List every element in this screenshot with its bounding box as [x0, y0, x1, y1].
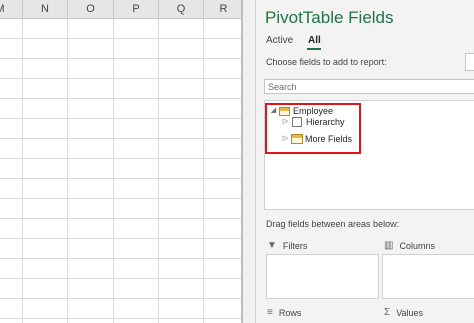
column-header-p[interactable]: P [114, 0, 159, 19]
columns-label: Columns [399, 240, 435, 251]
column-header-m[interactable]: M [0, 0, 23, 19]
tab-active[interactable]: Active [266, 35, 293, 46]
rows-icon: ≡ [267, 307, 273, 318]
highlight-box [265, 103, 361, 154]
values-area-header: Σ Values [384, 307, 423, 318]
filters-label: Filters [282, 240, 308, 251]
filters-drop-area[interactable] [266, 254, 379, 299]
search-input[interactable] [264, 79, 474, 94]
pane-title: PivotTable Fields [265, 8, 394, 27]
columns-area-header: ▥ Columns [384, 240, 435, 251]
choose-fields-label: Choose fields to add to report: [266, 57, 387, 67]
columns-drop-area[interactable] [382, 254, 474, 299]
sheet-edge [241, 0, 243, 323]
cell-grid[interactable] [0, 19, 241, 323]
column-header-q[interactable]: Q [159, 0, 204, 19]
gridline [158, 19, 159, 323]
pane-splitter[interactable] [241, 0, 255, 323]
filter-icon: ▼ [267, 240, 277, 251]
gridline [22, 19, 23, 323]
columns-icon: ▥ [384, 240, 394, 251]
drag-fields-label: Drag fields between areas below: [266, 219, 400, 229]
values-label: Values [396, 307, 424, 318]
gridline [203, 19, 204, 323]
tools-gear-button[interactable] [465, 53, 474, 71]
column-header-o[interactable]: O [68, 0, 114, 19]
filters-area-header: ▼ Filters [267, 240, 307, 251]
sigma-icon: Σ [384, 307, 391, 318]
column-header-n[interactable]: N [23, 0, 68, 19]
column-headers: M N O P Q R [0, 0, 241, 19]
column-header-r[interactable]: R [204, 0, 241, 19]
gridline [67, 19, 68, 323]
worksheet-grid[interactable]: M N O P Q R [0, 0, 241, 323]
tab-all[interactable]: All [308, 35, 321, 46]
rows-label: Rows [278, 307, 302, 318]
gridline [113, 19, 114, 323]
rows-area-header: ≡ Rows [267, 307, 301, 318]
pivot-fields-pane: PivotTable Fields Active All Choose fiel… [255, 0, 474, 323]
tab-selected-indicator [307, 48, 321, 50]
